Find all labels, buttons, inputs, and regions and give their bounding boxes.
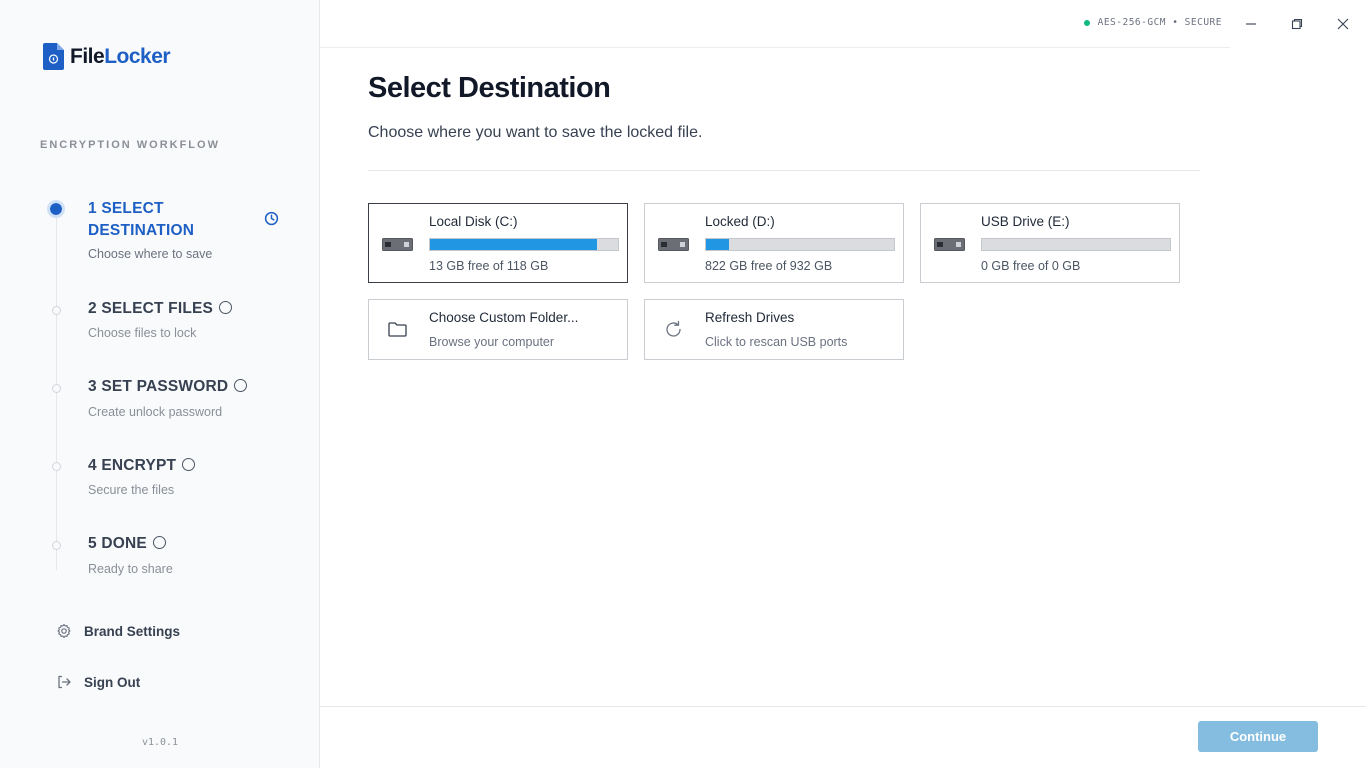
page-title: Select Destination	[368, 72, 611, 104]
restore-icon	[1291, 18, 1303, 30]
step-title: 5 DONE	[88, 535, 166, 553]
choose-custom-folder-card[interactable]: Choose Custom Folder... Browse your comp…	[368, 299, 628, 360]
close-icon	[1337, 18, 1349, 30]
page-subtitle: Choose where you want to save the locked…	[368, 124, 703, 141]
pending-circle-icon	[182, 458, 196, 471]
security-status: AES-256-GCM • SECURE	[1083, 17, 1222, 28]
pending-circle-icon	[234, 379, 248, 392]
usb-drive-icon	[934, 238, 965, 251]
security-status-text: AES-256-GCM • SECURE	[1097, 17, 1222, 28]
drive-free-space: 822 GB free of 932 GB	[705, 259, 833, 273]
sign-out-label: Sign Out	[84, 674, 141, 690]
minimize-icon	[1246, 23, 1256, 25]
app-version: v1.0.1	[141, 737, 179, 748]
step-dot	[52, 541, 61, 550]
action-subtitle: Browse your computer	[429, 335, 555, 349]
refresh-drives-card[interactable]: Refresh Drives Click to rescan USB ports	[644, 299, 904, 360]
minimize-button[interactable]	[1239, 12, 1263, 36]
brand-settings-link[interactable]: Brand Settings	[56, 623, 180, 639]
action-title: Choose Custom Folder...	[429, 310, 579, 325]
step-dot	[52, 384, 61, 393]
sign-out-icon	[58, 675, 71, 689]
step-subtitle: Choose where to save	[88, 247, 213, 261]
refresh-icon	[666, 320, 681, 337]
folder-icon	[388, 322, 407, 337]
pending-circle-icon	[152, 536, 166, 549]
drive-free-space: 13 GB free of 118 GB	[429, 259, 549, 273]
drive-usage-fill	[430, 239, 598, 250]
step-dot	[52, 306, 61, 315]
file-lock-icon	[43, 43, 64, 70]
brand-settings-label: Brand Settings	[84, 623, 181, 639]
action-title: Refresh Drives	[705, 310, 795, 325]
continue-button[interactable]: Continue	[1198, 721, 1318, 752]
step-title: 3 SET PASSWORD	[88, 378, 248, 396]
step-title: 1 SELECT DESTINATION	[88, 200, 195, 239]
drive-card-d[interactable]: Locked (D:) 822 GB free of 932 GB	[644, 203, 904, 283]
drive-card-c[interactable]: Local Disk (C:) 13 GB free of 118 GB	[368, 203, 628, 283]
step-subtitle: Create unlock password	[88, 405, 223, 419]
step-title: 4 ENCRYPT	[88, 457, 196, 475]
gear-icon	[57, 623, 71, 639]
hard-drive-icon	[382, 238, 413, 251]
drive-name: USB Drive (E:)	[981, 214, 1070, 229]
hard-drive-icon	[658, 238, 689, 251]
restore-button[interactable]	[1285, 12, 1309, 36]
step-subtitle: Ready to share	[88, 562, 173, 576]
step-title: 2 SELECT FILES	[88, 300, 233, 318]
drive-free-space: 0 GB free of 0 GB	[981, 259, 1081, 273]
close-button[interactable]	[1331, 12, 1355, 36]
drive-name: Locked (D:)	[705, 214, 775, 229]
pending-circle-icon	[219, 301, 233, 314]
step-active-dot	[47, 200, 65, 218]
drive-usage-bar	[705, 238, 895, 251]
drive-usage-fill	[706, 239, 729, 250]
secure-status-dot	[1083, 19, 1090, 26]
drive-name: Local Disk (C:)	[429, 214, 518, 229]
step-dot	[52, 462, 61, 471]
workflow-section-label: ENCRYPTION WORKFLOW	[40, 139, 220, 151]
drive-usage-bar	[981, 238, 1171, 251]
sign-out-link[interactable]: Sign Out	[56, 674, 140, 690]
step-subtitle: Choose files to lock	[88, 326, 197, 340]
app-name: FileLocker	[70, 44, 171, 68]
header-divider	[368, 170, 1200, 171]
sidebar: FileLocker ENCRYPTION WORKFLOW 1 SELECT …	[0, 0, 320, 768]
drive-usage-bar	[429, 238, 619, 251]
clock-icon	[264, 211, 279, 226]
app-logo: FileLocker	[43, 43, 171, 70]
action-subtitle: Click to rescan USB ports	[705, 335, 848, 349]
drive-card-e[interactable]: USB Drive (E:) 0 GB free of 0 GB	[920, 203, 1180, 283]
top-bar: AES-256-GCM • SECURE	[320, 0, 1230, 48]
step-subtitle: Secure the files	[88, 483, 175, 497]
